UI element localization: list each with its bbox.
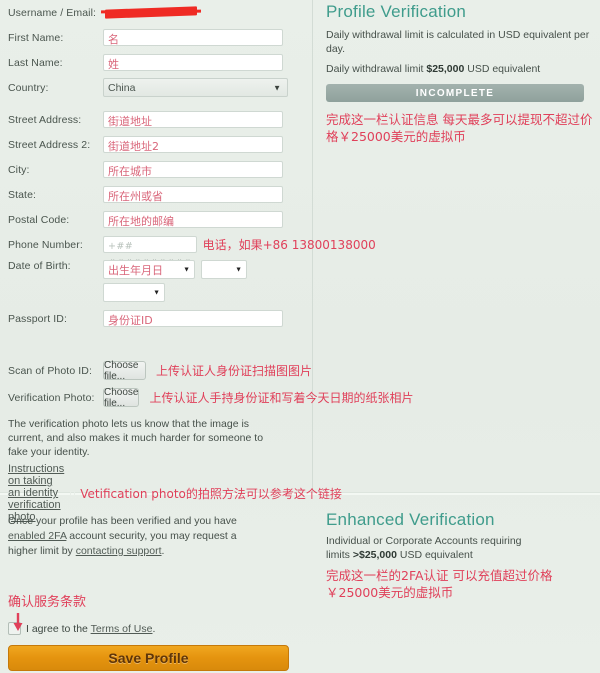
profile-verification-limit: Daily withdrawal limit $25,000 USD equiv…: [326, 62, 594, 76]
country-selected-value: China: [108, 81, 136, 94]
enabled-2fa-link[interactable]: enabled 2FA: [8, 530, 66, 542]
label-state: State:: [8, 188, 37, 201]
contacting-support-link[interactable]: contacting support: [76, 545, 162, 557]
footer-text-4: .: [161, 545, 165, 557]
field-row-street-address: Street Address: 街道地址: [0, 107, 312, 132]
city-input[interactable]: 所在城市: [103, 161, 283, 178]
enhanced-verification-annotation: 完成这一栏的2FA认证 可以充值超过价格￥25000美元的虚拟币: [326, 568, 553, 600]
field-row-username: Username / Email:: [0, 0, 312, 25]
label-first-name: First Name:: [8, 31, 64, 44]
label-postal-code: Postal Code:: [8, 213, 70, 226]
footer-text-3: limit by: [40, 545, 76, 557]
label-street-address-2: Street Address 2:: [8, 138, 91, 151]
dob-year-select[interactable]: ▼: [103, 283, 165, 302]
label-username: Username / Email:: [8, 6, 97, 19]
profile-verification-annotation: 完成这一栏认证信息 每天最多可以提现不超过价格￥25000美元的虚拟币: [326, 112, 593, 144]
redacted-email-value: [105, 6, 197, 19]
dob-month-select[interactable]: ▼: [201, 260, 247, 279]
first-name-input[interactable]: 名: [103, 29, 283, 46]
instructions-annotation: Vetification photo的拍照方法可以参考这个链接: [80, 486, 342, 501]
enhanced-verification-description-line2: limits >$25,000 USD equivalent: [326, 548, 594, 562]
limit-amount: $25,000: [426, 63, 465, 75]
label-passport-id: Passport ID:: [8, 312, 67, 325]
red-arrow-annotation-icon: [13, 613, 23, 631]
field-row-country: Country: China ▼: [0, 75, 312, 100]
footer-section: Once your profile has been verified and …: [8, 514, 298, 635]
label-scan-photo-id: Scan of Photo ID:: [8, 364, 92, 377]
profile-form: Username / Email: First Name: 名 Last Nam…: [0, 0, 413, 523]
label-country: Country:: [8, 81, 49, 94]
dob-day-value: 出生年月日: [108, 263, 163, 277]
phone-annotation: 电话，如果+86 13800138000: [202, 238, 376, 252]
profile-verification-panel: Profile Verification Daily withdrawal li…: [326, 0, 600, 145]
profile-verification-description: Daily withdrawal limit is calculated in …: [326, 29, 590, 55]
field-row-verification-photo: Verification Photo: Choose file... 上传认证人…: [0, 384, 413, 411]
verification-photo-annotation: 上传认证人手持身份证和写着今天日期的纸张相片: [149, 391, 414, 405]
enhanced-verification-description-line1: Individual or Corporate Accounts requiri…: [326, 535, 522, 547]
agree-terms-row: I agree to the Terms of Use.: [8, 622, 298, 635]
label-last-name: Last Name:: [8, 56, 63, 69]
limit-suffix: USD equivalent: [464, 63, 541, 75]
field-row-last-name: Last Name: 姓: [0, 50, 312, 75]
limit-prefix: Daily withdrawal limit: [326, 63, 427, 75]
chevron-down-icon: ▼: [153, 289, 160, 296]
enhanced-limit-prefix: limits: [326, 549, 353, 561]
phone-number-input[interactable]: +## ##########: [103, 236, 197, 269]
enhanced-verification-title: Enhanced Verification: [326, 510, 495, 529]
agree-prefix: I agree to the: [26, 622, 91, 635]
footer-text-1: Once your profile has been verified and …: [8, 515, 237, 527]
postal-code-input[interactable]: 所在地的邮编: [103, 211, 283, 228]
footer-paragraph: Once your profile has been verified and …: [8, 514, 258, 559]
field-row-scan-photo-id: Scan of Photo ID: Choose file... 上传认证人身份…: [0, 357, 312, 384]
terms-annotation: 确认服务条款: [8, 595, 87, 610]
field-row-state: State: 所在州或省: [0, 182, 312, 207]
last-name-input[interactable]: 姓: [103, 54, 283, 71]
label-city: City:: [8, 163, 30, 176]
street-address-input[interactable]: 街道地址: [103, 111, 283, 128]
label-street-address: Street Address:: [8, 113, 82, 126]
chevron-down-icon: ▼: [273, 83, 281, 92]
field-row-passport-id: Passport ID: 身份证ID: [0, 306, 312, 331]
field-row-city: City: 所在城市: [0, 157, 312, 182]
status-badge: INCOMPLETE: [326, 84, 584, 102]
label-date-of-birth: Date of Birth:: [8, 260, 71, 272]
label-verification-photo: Verification Photo:: [8, 391, 95, 404]
chevron-down-icon: ▼: [235, 266, 242, 273]
label-phone-number: Phone Number:: [8, 238, 83, 251]
agree-suffix: .: [152, 622, 156, 635]
enhanced-verification-panel: Enhanced Verification Individual or Corp…: [326, 508, 600, 601]
agree-terms-label: I agree to the Terms of Use.: [26, 623, 155, 635]
profile-verification-page: Username / Email: First Name: 名 Last Nam…: [0, 0, 600, 673]
field-row-first-name: First Name: 名: [0, 25, 312, 50]
verification-photo-choose-file-button[interactable]: Choose file...: [103, 387, 140, 409]
street-address-2-input[interactable]: 街道地址2: [103, 136, 283, 153]
state-input[interactable]: 所在州或省: [103, 186, 283, 203]
scan-photo-id-choose-file-button[interactable]: Choose file...: [103, 360, 146, 382]
verification-photo-help-text: The verification photo lets us know that…: [8, 418, 264, 458]
field-row-postal-code: Postal Code: 所在地的邮编: [0, 207, 312, 232]
dob-day-select[interactable]: 出生年月日 ▼: [103, 260, 195, 279]
chevron-down-icon: ▼: [183, 266, 190, 273]
terms-of-use-link[interactable]: Terms of Use: [91, 623, 153, 635]
field-row-date-of-birth: Date of Birth: 出生年月日 ▼ ▼ ▼: [0, 257, 312, 302]
profile-verification-title: Profile Verification: [326, 2, 467, 21]
passport-id-input[interactable]: 身份证ID: [103, 310, 283, 327]
field-row-street-address-2: Street Address 2: 街道地址2: [0, 132, 312, 157]
save-profile-button[interactable]: Save Profile: [8, 645, 289, 671]
country-select[interactable]: China ▼: [103, 78, 288, 97]
enhanced-limit-suffix: USD equivalent: [396, 549, 473, 561]
field-row-phone-number: Phone Number: +## ########## 电话，如果+86 13…: [0, 232, 376, 269]
scan-photo-id-annotation: 上传认证人身份证扫描图图片: [155, 364, 312, 378]
enhanced-limit-amount: >$25,000: [352, 549, 397, 561]
